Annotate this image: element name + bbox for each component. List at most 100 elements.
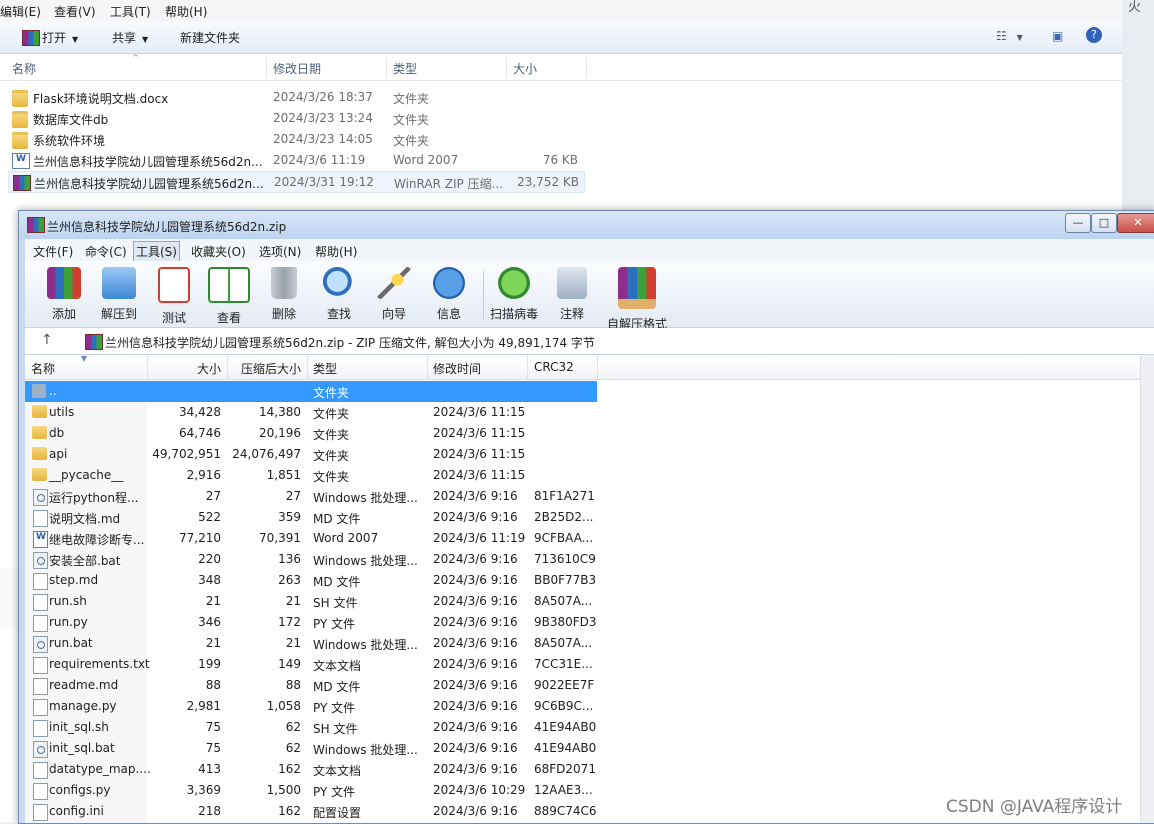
view-label: 查看 bbox=[216, 311, 241, 325]
column-name[interactable]: 名称 bbox=[31, 360, 55, 377]
archive-row[interactable]: api 49,702,951 24,076,497 文件夹 2024/3/6 11:15 bbox=[25, 444, 597, 465]
extract-to-icon bbox=[102, 267, 136, 299]
entry-name: init_sql.bat bbox=[49, 741, 115, 755]
explorer-file-row[interactable]: 兰州信息科技学院幼儿园管理系统56d2n... 2024/3/31 19:12 Wi… bbox=[8, 171, 585, 193]
explorer-file-row[interactable]: 兰州信息科技学院幼儿园管理系统56d2n... 2024/3/6 11:19 Wor… bbox=[8, 150, 583, 170]
find-button[interactable]: 查找 bbox=[310, 265, 368, 325]
file-icon bbox=[33, 699, 48, 716]
entry-modified: 2024/3/6 11:19 bbox=[433, 531, 526, 545]
info-label: 信息 bbox=[436, 307, 461, 321]
add-button[interactable]: 添加 bbox=[35, 265, 93, 325]
archive-row[interactable]: 安装全部.bat 220 136 Windows 批处理... 2024/3/6 9:1… bbox=[25, 549, 597, 570]
archive-row[interactable]: datatype_map.... 413 162 文本文档 2024/3/6 9:16 6… bbox=[25, 759, 597, 780]
entry-modified: 2024/3/6 11:15 bbox=[433, 447, 526, 461]
archive-row[interactable]: config.ini 218 162 配置设置 2024/3/6 9:16 889C74C… bbox=[25, 801, 597, 822]
archive-row[interactable]: step.md 348 263 MD 文件 2024/3/6 9:16 BB0F77B3 bbox=[25, 570, 597, 591]
explorer-file-row[interactable]: 系统软件环境 2024/3/23 14:05 文件夹 bbox=[8, 129, 583, 149]
menu-tools[interactable]: 工具(T) bbox=[110, 3, 151, 20]
close-button[interactable]: ✕ bbox=[1117, 213, 1154, 233]
column-crc32[interactable]: CRC32 bbox=[534, 360, 574, 374]
archive-row[interactable]: run.bat 21 21 Windows 批处理... 2024/3/6 9:16 8A… bbox=[25, 633, 597, 654]
open-button[interactable]: 打开 ▼ bbox=[42, 29, 78, 46]
file-date: 2024/3/23 14:05 bbox=[273, 132, 373, 146]
entry-packed-size: 263 bbox=[278, 573, 301, 587]
archive-row[interactable]: 继电故障诊断专... 77,210 70,391 Word 2007 2024/3/6 … bbox=[25, 528, 597, 549]
menu-view[interactable]: 查看(V) bbox=[54, 3, 96, 20]
preview-pane-icon[interactable]: ▣ bbox=[1052, 29, 1063, 43]
menu-file[interactable]: 文件(F) bbox=[33, 243, 73, 260]
add-label: 添加 bbox=[51, 307, 76, 321]
archive-row[interactable]: run.py 346 172 PY 文件 2024/3/6 9:16 9B380FD3 bbox=[25, 612, 597, 633]
column-type[interactable]: 类型 bbox=[393, 60, 417, 77]
archive-row[interactable]: 运行python程... 27 27 Windows 批处理... 2024/3/6 9… bbox=[25, 486, 597, 507]
winrar-titlebar: 兰州信息科技学院幼儿园管理系统56d2n.zip — □ ✕ bbox=[19, 211, 1154, 239]
entry-packed-size: 136 bbox=[278, 552, 301, 566]
column-packed-size[interactable]: 压缩后大小 bbox=[241, 360, 301, 377]
delete-button[interactable]: 删除 bbox=[255, 265, 313, 325]
entry-crc32: BB0F77B3 bbox=[534, 573, 597, 587]
entry-packed-size: 70,391 bbox=[259, 531, 301, 545]
file-type: 文件夹 bbox=[393, 92, 430, 106]
archive-row[interactable]: readme.md 88 88 MD 文件 2024/3/6 9:16 9022EE7F bbox=[25, 675, 597, 696]
archive-row[interactable]: .. 文件夹 bbox=[25, 381, 597, 402]
entry-crc32: 41E94AB0 bbox=[534, 720, 597, 734]
archive-row[interactable]: manage.py 2,981 1,058 PY 文件 2024/3/6 9:16 9C6… bbox=[25, 696, 597, 717]
archive-row[interactable]: 说明文档.md 522 359 MD 文件 2024/3/6 9:16 2B25D2... bbox=[25, 507, 597, 528]
archive-row[interactable]: utils 34,428 14,380 文件夹 2024/3/6 11:15 bbox=[25, 402, 597, 423]
virus-scan-label: 扫描病毒 bbox=[489, 307, 538, 321]
comment-button[interactable]: 注释 bbox=[543, 265, 601, 325]
entry-crc32: 9022EE7F bbox=[534, 678, 595, 692]
minimize-button[interactable]: — bbox=[1065, 213, 1091, 233]
sfx-button[interactable]: 自解压格式 bbox=[605, 265, 669, 331]
archive-row[interactable]: db 64,746 20,196 文件夹 2024/3/6 11:15 bbox=[25, 423, 597, 444]
file-icon bbox=[33, 678, 48, 695]
archive-row[interactable]: run.sh 21 21 SH 文件 2024/3/6 9:16 8A507A... bbox=[25, 591, 597, 612]
menu-help[interactable]: 帮助(H) bbox=[165, 3, 207, 20]
wizard-button[interactable]: 向导 bbox=[365, 265, 423, 325]
menu-options[interactable]: 选项(N) bbox=[259, 243, 301, 260]
entry-name: __pycache__ bbox=[49, 468, 124, 482]
menu-help[interactable]: 帮助(H) bbox=[315, 243, 357, 260]
column-name[interactable]: 名称 bbox=[12, 60, 36, 77]
virus-scan-button[interactable]: 扫描病毒 bbox=[485, 265, 543, 325]
column-type[interactable]: 类型 bbox=[313, 360, 337, 377]
vertical-scrollbar[interactable] bbox=[1140, 355, 1154, 823]
explorer-nav-fragment bbox=[0, 568, 19, 628]
info-button[interactable]: 信息 bbox=[420, 265, 478, 325]
entry-modified: 2024/3/6 11:15 bbox=[433, 405, 526, 419]
archive-row[interactable]: requirements.txt 199 149 文本文档 2024/3/6 9:16 7… bbox=[25, 654, 597, 675]
column-size[interactable]: 大小 bbox=[197, 360, 221, 377]
folder-icon bbox=[32, 468, 47, 481]
menu-favorites[interactable]: 收藏夹(O) bbox=[191, 243, 246, 260]
archive-row[interactable]: init_sql.bat 75 62 Windows 批处理... 2024/3/6 9… bbox=[25, 738, 597, 759]
entry-type: PY 文件 bbox=[313, 617, 356, 631]
up-arrow-icon[interactable]: ↑ bbox=[41, 332, 53, 348]
menu-commands[interactable]: 命令(C) bbox=[85, 243, 127, 260]
help-icon[interactable]: ? bbox=[1086, 27, 1102, 43]
window-title: 兰州信息科技学院幼儿园管理系统56d2n.zip bbox=[47, 220, 287, 234]
archive-row[interactable]: __pycache__ 2,916 1,851 文件夹 2024/3/6 11:15 bbox=[25, 465, 597, 486]
archive-row[interactable]: init_sql.sh 75 62 SH 文件 2024/3/6 9:16 41E94AB… bbox=[25, 717, 597, 738]
explorer-file-row[interactable]: 数据库文件db 2024/3/23 13:24 文件夹 bbox=[8, 108, 583, 128]
new-folder-button[interactable]: 新建文件夹 bbox=[180, 29, 240, 46]
add-archive-icon bbox=[47, 267, 81, 299]
archive-file-list: ▼ 名称 大小 压缩后大小 类型 修改时间 CRC32 .. 文件夹 utils 34… bbox=[25, 355, 1154, 823]
menu-tools[interactable]: 工具(S) bbox=[133, 241, 180, 262]
entry-packed-size: 62 bbox=[285, 720, 301, 734]
column-date[interactable]: 修改日期 bbox=[273, 60, 321, 77]
extract-to-button[interactable]: 解压到 bbox=[90, 265, 148, 325]
test-button[interactable]: 测试 bbox=[145, 265, 203, 325]
column-size[interactable]: 大小 bbox=[513, 60, 537, 77]
entry-modified: 2024/3/6 10:29 bbox=[433, 783, 526, 797]
menu-edit[interactable]: 编辑(E) bbox=[0, 3, 41, 20]
view-button[interactable]: 查看 bbox=[200, 265, 258, 325]
entry-name: 说明文档.md bbox=[49, 512, 121, 526]
entry-name: run.bat bbox=[49, 636, 93, 650]
view-options-icon[interactable]: ☷ ▼ bbox=[996, 29, 1023, 43]
explorer-file-row[interactable]: Flask环境说明文档.docx 2024/3/26 18:37 文件夹 bbox=[8, 87, 583, 107]
address-bar[interactable]: ↑ 兰州信息科技学院幼儿园管理系统56d2n.zip - ZIP 压缩文件, 解… bbox=[25, 328, 1154, 355]
maximize-button[interactable]: □ bbox=[1091, 213, 1117, 233]
archive-row[interactable]: configs.py 3,369 1,500 PY 文件 2024/3/6 10:29 1… bbox=[25, 780, 597, 801]
column-modified[interactable]: 修改时间 bbox=[433, 360, 481, 377]
share-button[interactable]: 共享 ▼ bbox=[112, 29, 148, 46]
